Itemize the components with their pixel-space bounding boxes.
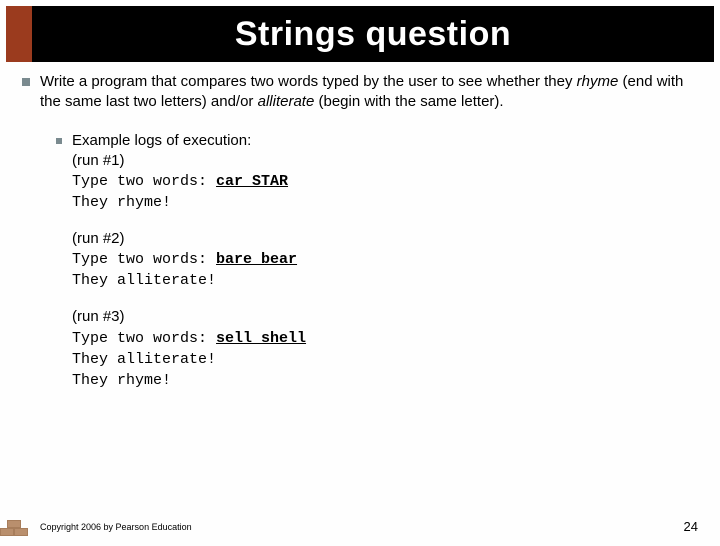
example-block: Example logs of execution: (run #1) Type…: [72, 131, 288, 214]
run1-line2: They rhyme!: [72, 192, 288, 213]
bullet-icon: [22, 78, 30, 86]
sub-bullet: Example logs of execution: (run #1) Type…: [56, 131, 698, 214]
copyright-footer: Copyright 2006 by Pearson Education: [40, 522, 192, 532]
example-heading: Example logs of execution:: [72, 131, 288, 151]
run1-label: (run #1): [72, 151, 288, 171]
run2-line1: Type two words: bare bear: [72, 249, 698, 270]
main-bullet: Write a program that compares two words …: [22, 72, 698, 113]
slide-title: Strings question: [235, 15, 511, 54]
page-number: 24: [684, 519, 698, 534]
run3-label: (run #3): [72, 307, 698, 327]
run1-line1: Type two words: car STAR: [72, 171, 288, 192]
bullet-icon: [56, 138, 62, 144]
title-bar: Strings question: [6, 6, 714, 62]
run3-line2: They alliterate!: [72, 349, 698, 370]
run3-line1: Type two words: sell shell: [72, 328, 698, 349]
run2-label: (run #2): [72, 229, 698, 249]
run2-line2: They alliterate!: [72, 270, 698, 291]
brick-decoration-icon: [0, 512, 30, 536]
slide-content: Write a program that compares two words …: [0, 62, 720, 391]
intro-text: Write a program that compares two words …: [40, 72, 698, 113]
run3-line3: They rhyme!: [72, 370, 698, 391]
run2-block: (run #2) Type two words: bare bear They …: [72, 229, 698, 291]
run3-block: (run #3) Type two words: sell shell They…: [72, 307, 698, 390]
